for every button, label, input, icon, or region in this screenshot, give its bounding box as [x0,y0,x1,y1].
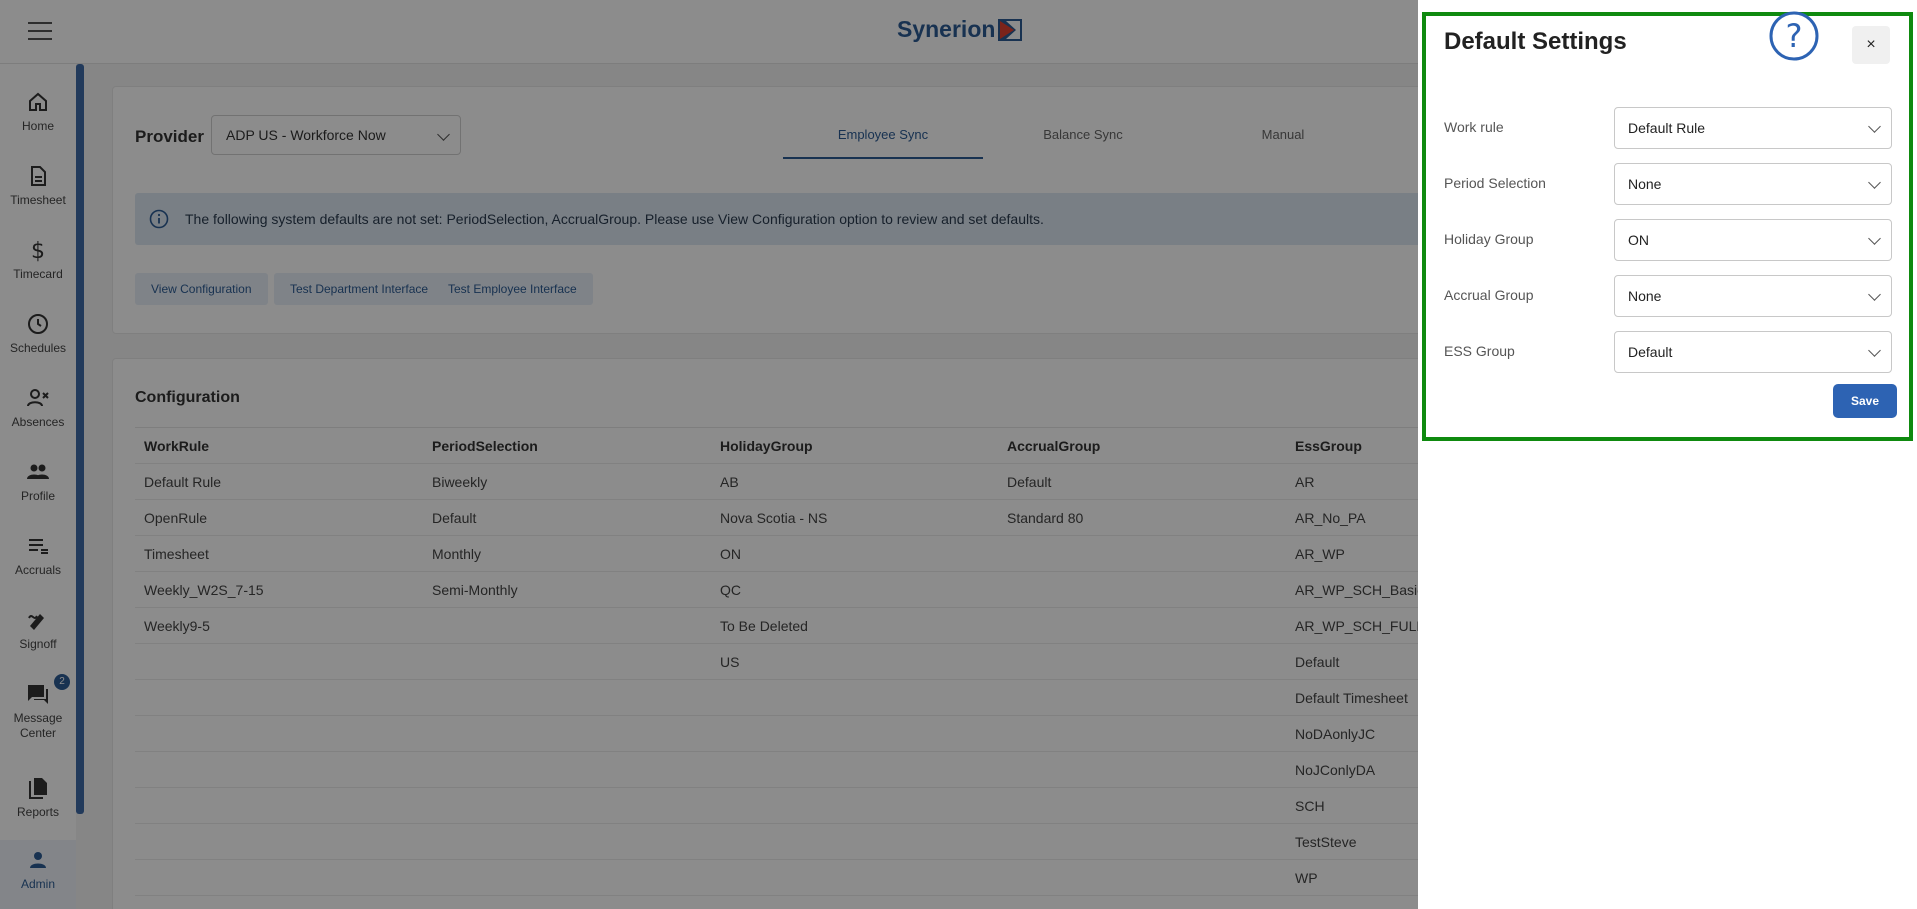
chevron-down-icon [1868,288,1881,301]
ess-group-label: ESS Group [1444,343,1515,359]
chevron-down-icon [1868,176,1881,189]
ess-group-value: Default [1628,344,1673,360]
ess-group-select[interactable]: Default [1614,331,1892,373]
work-rule-select[interactable]: Default Rule [1614,107,1892,149]
chevron-down-icon [1868,120,1881,133]
accrual-group-value: None [1628,288,1662,304]
holiday-group-label: Holiday Group [1444,231,1534,247]
default-settings-drawer: Default Settings ? × Work rule Default R… [1418,0,1917,909]
help-icon[interactable]: ? [1768,10,1820,62]
period-selection-value: None [1628,176,1662,192]
close-button[interactable]: × [1852,26,1890,64]
chevron-down-icon [1868,232,1881,245]
period-selection-label: Period Selection [1444,175,1546,191]
accrual-group-label: Accrual Group [1444,287,1534,303]
work-rule-value: Default Rule [1628,120,1706,136]
period-selection-select[interactable]: None [1614,163,1892,205]
save-button[interactable]: Save [1833,384,1897,418]
holiday-group-select[interactable]: ON [1614,219,1892,261]
work-rule-label: Work rule [1444,119,1504,135]
accrual-group-select[interactable]: None [1614,275,1892,317]
drawer-title: Default Settings [1444,28,1627,55]
svg-text:?: ? [1786,17,1803,55]
holiday-group-value: ON [1628,232,1649,248]
default-settings-panel: Default Settings ? × Work rule Default R… [1422,10,1913,441]
chevron-down-icon [1868,344,1881,357]
